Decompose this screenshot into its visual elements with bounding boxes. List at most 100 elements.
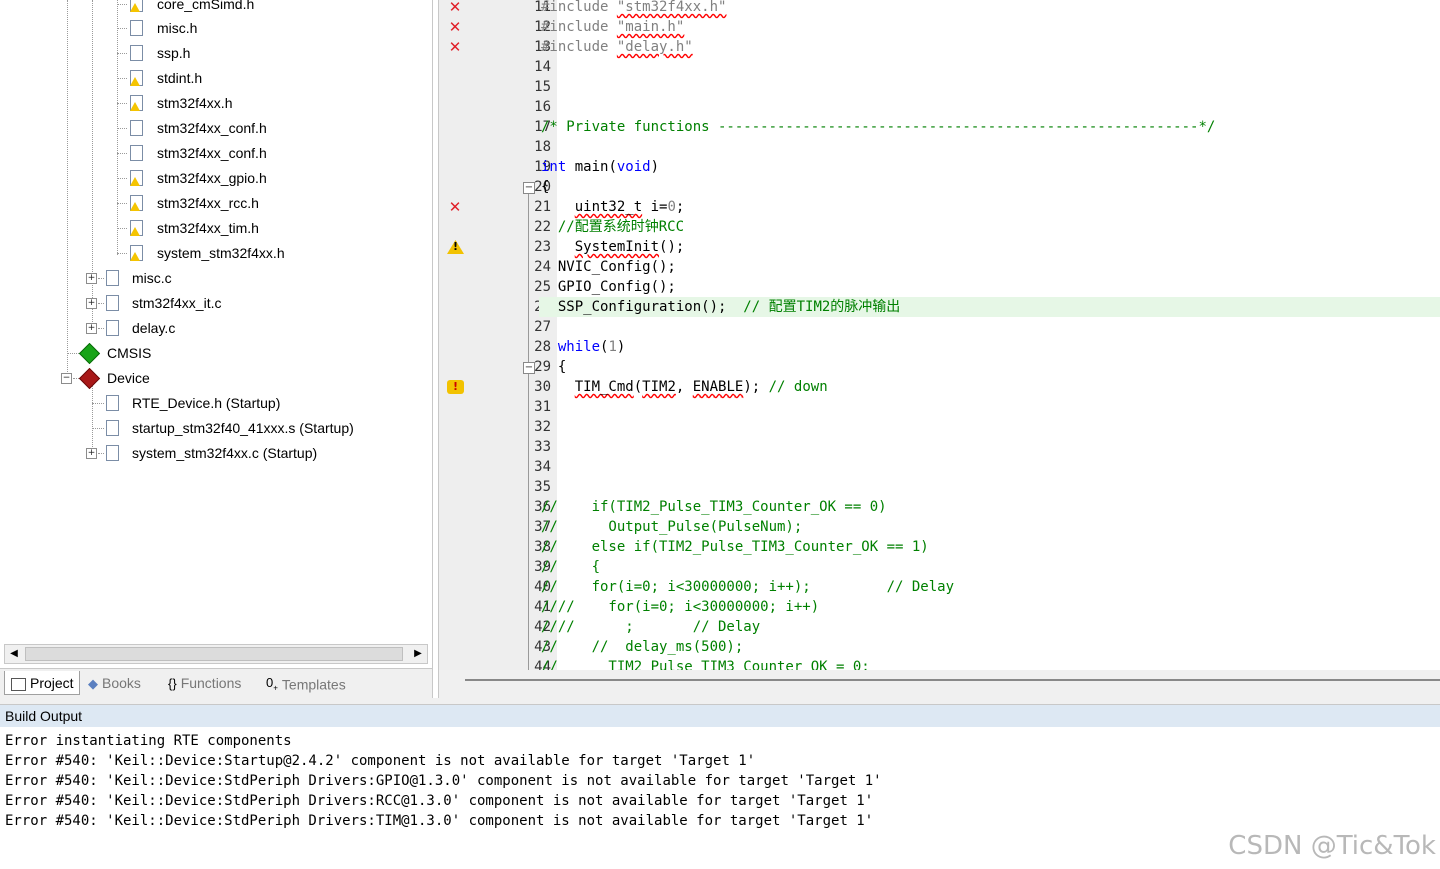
header-file-icon [130, 45, 143, 61]
build-output-title: Build Output [0, 705, 1440, 727]
books-icon: ◆ [88, 676, 98, 692]
code-line: SystemInit(); [574, 239, 685, 255]
tree-item-label: Device [107, 370, 150, 386]
warning-marker-icon[interactable] [445, 377, 465, 397]
tree-item-stm32f4xx-conf-h-2[interactable]: stm32f4xx_conf.h [0, 141, 432, 166]
code-line: // Output_Pulse(PulseNum); [541, 519, 803, 535]
tree-item-device[interactable]: − Device [0, 366, 432, 391]
tree-item-label: ssp.h [157, 45, 191, 61]
code-line: int main(void) [541, 159, 660, 175]
fold-collapse-icon[interactable]: − [523, 182, 535, 194]
source-file-icon [106, 270, 119, 286]
tree-item-label: core_cmSimd.h [157, 0, 255, 12]
fold-guide [528, 374, 529, 670]
tab-label: Functions [180, 675, 242, 691]
expand-icon[interactable]: + [86, 323, 97, 334]
code-text-area[interactable]: #include "stm32f4xx.h" #include "main.h"… [539, 0, 1440, 670]
panel-tab-bar: Project ◆ Books {} Functions 0+ Templates [0, 668, 432, 699]
error-marker-icon[interactable]: ✕ [445, 197, 465, 217]
scroll-track[interactable] [465, 679, 1440, 681]
tree-item-stdint-h[interactable]: stdint.h [0, 66, 432, 91]
expand-icon[interactable]: + [86, 298, 97, 309]
component-green-icon [78, 342, 101, 365]
tree-item-system-stm32f4xx-c[interactable]: + system_stm32f4xx.c (Startup) [0, 441, 432, 466]
tree-item-misc-c[interactable]: + misc.c [0, 266, 432, 291]
tab-templates[interactable]: 0+ Templates [266, 671, 362, 695]
code-line: // for(i=0; i<30000000; i++); // Delay [541, 579, 955, 595]
tree-item-cmsis[interactable]: CMSIS [0, 341, 432, 366]
code-editor[interactable]: ✕ ✕ ✕ ✕ 11 12 13 14 15 16 17 18 19 20 21… [438, 0, 1440, 698]
tab-project[interactable]: Project [4, 671, 80, 695]
tab-books[interactable]: ◆ Books [88, 671, 162, 695]
tree-item-stm32f4xx-it-c[interactable]: + stm32f4xx_it.c [0, 291, 432, 316]
code-line: // // delay_ms(500); [541, 639, 744, 655]
header-file-icon [130, 145, 143, 161]
tree-item-label: misc.c [132, 270, 172, 286]
output-line: Error #540: 'Keil::Device:StdPeriph Driv… [5, 813, 874, 829]
tree-item-label: stm32f4xx_tim.h [157, 220, 259, 236]
project-panel: core_cmSimd.h misc.h ssp.h stdint.h stm3… [0, 0, 433, 699]
tree-item-stm32f4xx-h[interactable]: stm32f4xx.h [0, 91, 432, 116]
marker-gutter: ✕ ✕ ✕ ✕ [439, 0, 473, 670]
tree-item-stm32f4xx-gpio-h[interactable]: stm32f4xx_gpio.h [0, 166, 432, 191]
source-file-icon [106, 295, 119, 311]
fold-guide [528, 194, 529, 362]
expand-icon[interactable]: + [86, 448, 97, 459]
header-file-warning-icon [130, 70, 143, 86]
tree-item-misc-h[interactable]: misc.h [0, 16, 432, 41]
scroll-thumb[interactable] [25, 647, 403, 661]
code-line: // else if(TIM2_Pulse_TIM3_Counter_OK ==… [541, 539, 929, 555]
expand-icon[interactable]: + [86, 273, 97, 284]
code-line: #include "main.h" [541, 19, 685, 35]
tree-item-startup-s[interactable]: startup_stm32f40_41xxx.s (Startup) [0, 416, 432, 441]
header-file-warning-icon [130, 170, 143, 186]
tree-item-stm32f4xx-conf-h[interactable]: stm32f4xx_conf.h [0, 116, 432, 141]
tree-item-label: stm32f4xx_conf.h [157, 120, 267, 136]
tab-label: Books [102, 675, 141, 691]
error-marker-icon[interactable]: ✕ [445, 0, 465, 17]
tree-item-label: delay.c [132, 320, 176, 336]
error-marker-icon[interactable]: ✕ [445, 37, 465, 57]
tree-item-system-stm32f4xx-h[interactable]: system_stm32f4xx.h [0, 241, 432, 266]
file-icon [106, 420, 119, 436]
code-line: // TIM2_Pulse_TIM3_Counter_OK = 0; [541, 659, 870, 670]
functions-icon: {} [168, 676, 177, 692]
code-line: //// ; // Delay [541, 619, 761, 635]
tab-functions[interactable]: {} Functions [168, 671, 260, 695]
output-line: Error #540: 'Keil::Device:StdPeriph Driv… [5, 793, 874, 809]
scroll-right-arrow-icon[interactable]: ▶ [410, 646, 426, 662]
tree-horizontal-scrollbar[interactable]: ◀ ▶ [4, 644, 428, 664]
code-line: GPIO_Config(); [541, 279, 676, 295]
tree-item-label: misc.h [157, 20, 198, 36]
tree-item-stm32f4xx-rcc-h[interactable]: stm32f4xx_rcc.h [0, 191, 432, 216]
output-line: Error #540: 'Keil::Device:Startup@2.4.2'… [5, 753, 756, 769]
tree-item-label: system_stm32f4xx.c (Startup) [132, 445, 318, 461]
tree-item-core-cmsimd-h[interactable]: core_cmSimd.h [0, 0, 432, 17]
tree-item-stm32f4xx-tim-h[interactable]: stm32f4xx_tim.h [0, 216, 432, 241]
warning-marker-icon[interactable] [445, 237, 465, 257]
error-marker-icon[interactable]: ✕ [445, 17, 465, 37]
tree-item-rte-device-h[interactable]: RTE_Device.h (Startup) [0, 391, 432, 416]
tree-item-label: stm32f4xx.h [157, 95, 233, 111]
code-line: { [541, 359, 567, 375]
code-line-current: SSP_Configuration(); // 配置TIM2的脉冲输出 [539, 297, 1440, 317]
tree-item-ssp-h[interactable]: ssp.h [0, 41, 432, 66]
code-line: while(1) [557, 339, 626, 355]
project-icon [11, 677, 26, 691]
code-line: //// for(i=0; i<30000000; i++) [541, 599, 820, 615]
code-line: uint32_t i=0; [574, 199, 685, 215]
scroll-left-arrow-icon[interactable]: ◀ [6, 646, 22, 662]
project-tree: core_cmSimd.h misc.h ssp.h stdint.h stm3… [0, 0, 432, 644]
collapse-icon[interactable]: − [61, 373, 72, 384]
tree-item-delay-c[interactable]: + delay.c [0, 316, 432, 341]
build-output-text[interactable]: Error instantiating RTE components Error… [0, 729, 1440, 869]
file-icon [106, 395, 119, 411]
output-line: Error instantiating RTE components [5, 733, 292, 749]
fold-collapse-icon[interactable]: − [523, 362, 535, 374]
code-line: { [541, 179, 550, 195]
tree-item-label: system_stm32f4xx.h [157, 245, 285, 261]
header-file-icon [130, 120, 143, 136]
code-line: //配置系统时钟RCC [541, 219, 685, 235]
editor-horizontal-scrollbar[interactable] [439, 670, 1440, 698]
header-file-warning-icon [130, 195, 143, 211]
